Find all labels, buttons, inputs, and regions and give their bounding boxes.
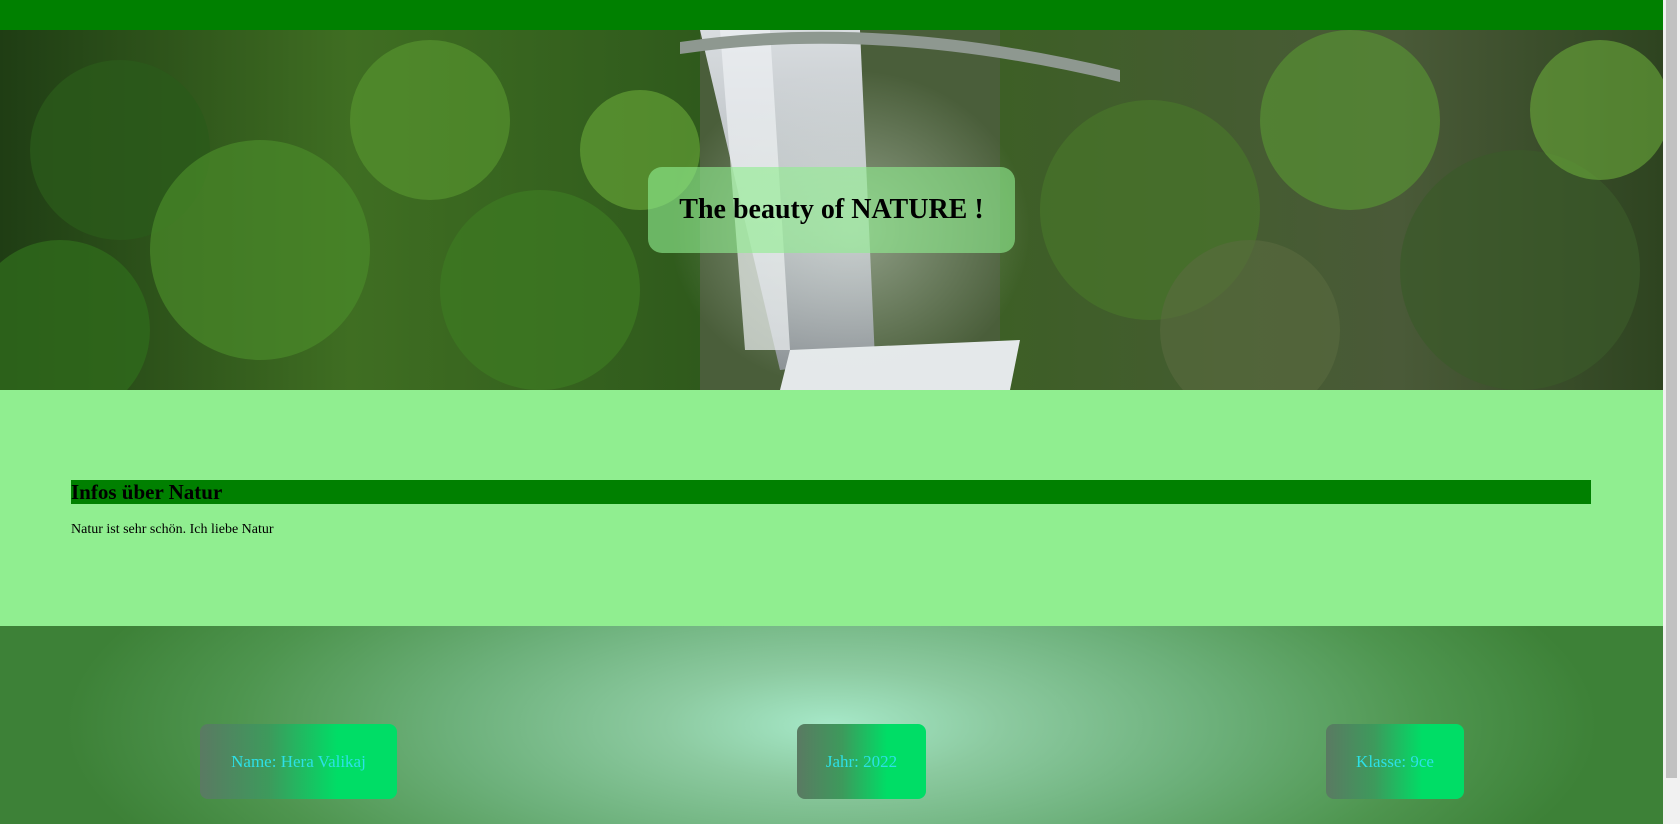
class-card: Klasse: 9ce xyxy=(1326,724,1464,799)
year-card: Jahr: 2022 xyxy=(797,724,926,799)
info-text: Natur ist sehr schön. Ich liebe Natur xyxy=(71,522,274,537)
hero-banner: The beauty of NATURE ! xyxy=(0,30,1663,390)
name-card: Name: Hera Valikaj xyxy=(200,724,397,799)
vertical-scrollbar[interactable] xyxy=(1663,0,1680,824)
footer: Name: Hera Valikaj Jahr: 2022 Klasse: 9c… xyxy=(0,626,1663,824)
page: The beauty of NATURE ! Infos über Natur … xyxy=(0,0,1663,824)
top-bar xyxy=(0,0,1663,30)
info-heading: Infos über Natur xyxy=(71,480,1591,504)
hero-title: The beauty of NATURE ! xyxy=(648,167,1015,253)
scrollbar-thumb[interactable] xyxy=(1666,0,1677,778)
info-section: Infos über Natur Natur ist sehr schön. I… xyxy=(0,390,1663,626)
